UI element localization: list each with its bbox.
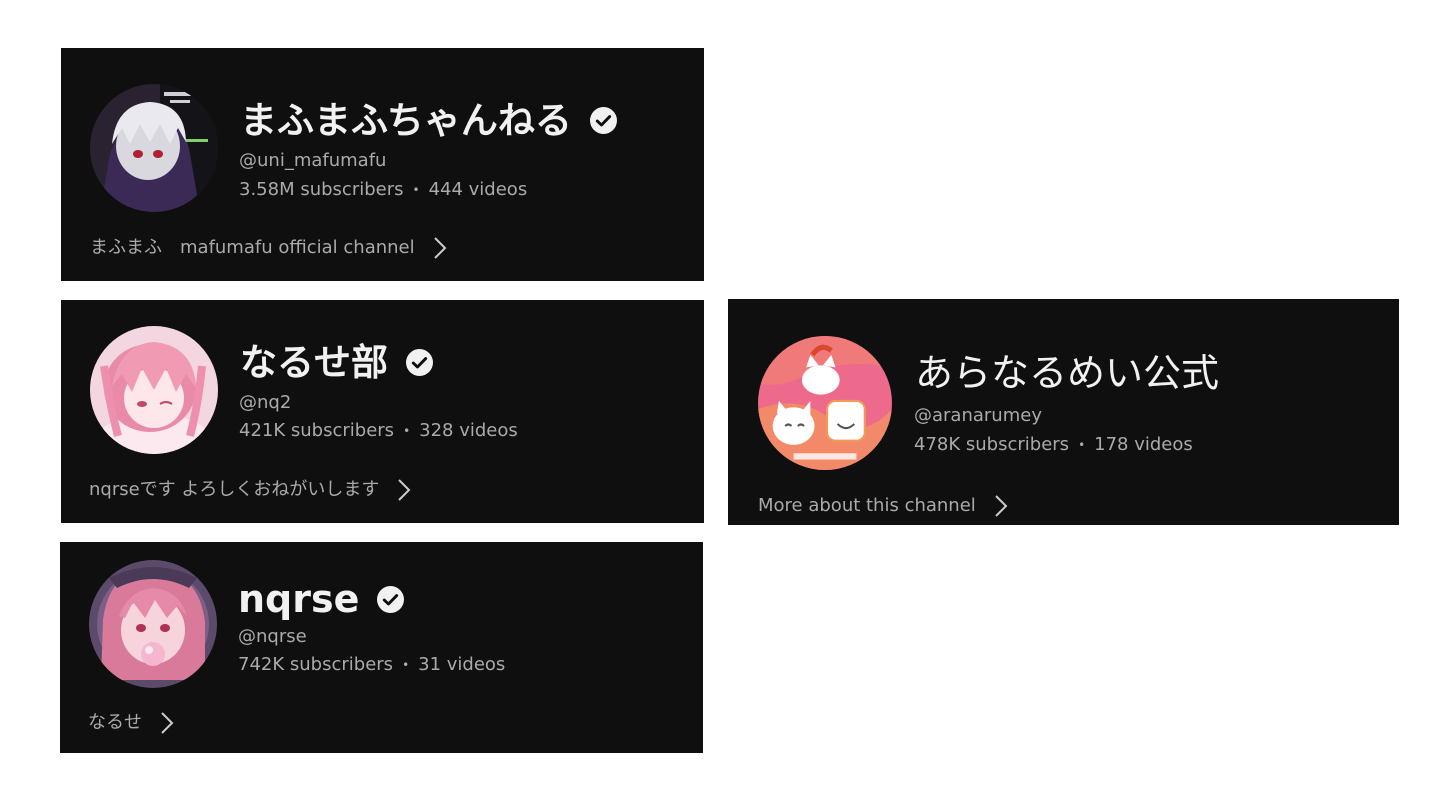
channel-avatar[interactable] [90, 84, 218, 212]
channel-description-link[interactable]: なるせ [88, 711, 174, 735]
stats-separator: • [403, 424, 411, 438]
subscriber-count: 478K subscribers [914, 434, 1070, 455]
channel-stats: 3.58M subscribers • 444 videos [239, 181, 527, 199]
video-count: 31 videos [418, 654, 506, 675]
avatar-image [90, 84, 218, 212]
channel-title-row: まふまふちゃんねる [240, 102, 617, 139]
channel-description: nqrseです よろしくおねがいします [89, 479, 380, 500]
channel-stats: 742K subscribers • 31 videos [238, 656, 505, 674]
channel-handle: @aranarumey [914, 405, 1042, 426]
channel-description-link[interactable]: まふまふ mafumafu official channel [90, 236, 447, 260]
channel-description: More about this channel [758, 495, 976, 516]
chevron-right-icon [994, 494, 1008, 518]
video-count: 444 videos [428, 179, 528, 200]
channel-stats: 478K subscribers • 178 videos [914, 436, 1193, 454]
channel-title[interactable]: nqrse [238, 580, 359, 618]
chevron-right-icon [433, 236, 447, 260]
chevron-right-icon [397, 478, 411, 502]
subscriber-count: 742K subscribers [238, 654, 394, 675]
channel-description-link[interactable]: nqrseです よろしくおねがいします [89, 478, 411, 502]
channel-stats: 421K subscribers • 328 videos [239, 422, 518, 440]
verified-badge-icon [589, 107, 617, 134]
channel-title[interactable]: あらなるめい公式 [915, 354, 1219, 392]
avatar-image [90, 326, 218, 454]
channel-title[interactable]: なるせ部 [240, 344, 388, 381]
channel-title-row: なるせ部 [240, 344, 433, 381]
channel-avatar[interactable] [758, 336, 892, 470]
channel-card-nqrse: nqrse @nqrse 742K subscribers • 31 video… [60, 542, 703, 753]
avatar-image [758, 336, 892, 470]
stats-separator: • [402, 658, 410, 672]
channel-avatar[interactable] [89, 560, 217, 688]
channel-avatar[interactable] [90, 326, 218, 454]
channel-description: なるせ [88, 712, 142, 733]
chevron-right-icon [160, 711, 174, 735]
channel-description: まふまふ mafumafu official channel [90, 237, 415, 258]
channel-handle: @nqrse [238, 626, 307, 647]
verified-badge-icon [406, 349, 433, 376]
channel-title[interactable]: まふまふちゃんねる [240, 102, 572, 139]
channel-card-mafumafu: まふまふちゃんねる @uni_mafumafu 3.58M subscriber… [61, 48, 704, 281]
more-about-channel-link[interactable]: More about this channel [758, 494, 1008, 518]
subscriber-count: 421K subscribers [239, 420, 395, 441]
video-count: 178 videos [1094, 434, 1193, 455]
channel-handle: @uni_mafumafu [239, 150, 387, 171]
channel-card-aranarumey: あらなるめい公式 @aranarumey 478K subscribers • … [728, 299, 1399, 525]
verified-badge-icon [377, 585, 405, 613]
video-count: 328 videos [419, 420, 518, 441]
subscriber-count: 3.58M subscribers [239, 179, 404, 200]
channel-title-row: nqrse [238, 580, 405, 618]
stats-separator: • [412, 183, 420, 197]
channel-handle: @nq2 [239, 392, 292, 413]
stats-separator: • [1078, 438, 1086, 452]
channel-title-row: あらなるめい公式 [915, 354, 1219, 392]
channel-card-nq2: なるせ部 @nq2 421K subscribers • 328 videos … [61, 300, 704, 523]
avatar-image [89, 560, 217, 688]
